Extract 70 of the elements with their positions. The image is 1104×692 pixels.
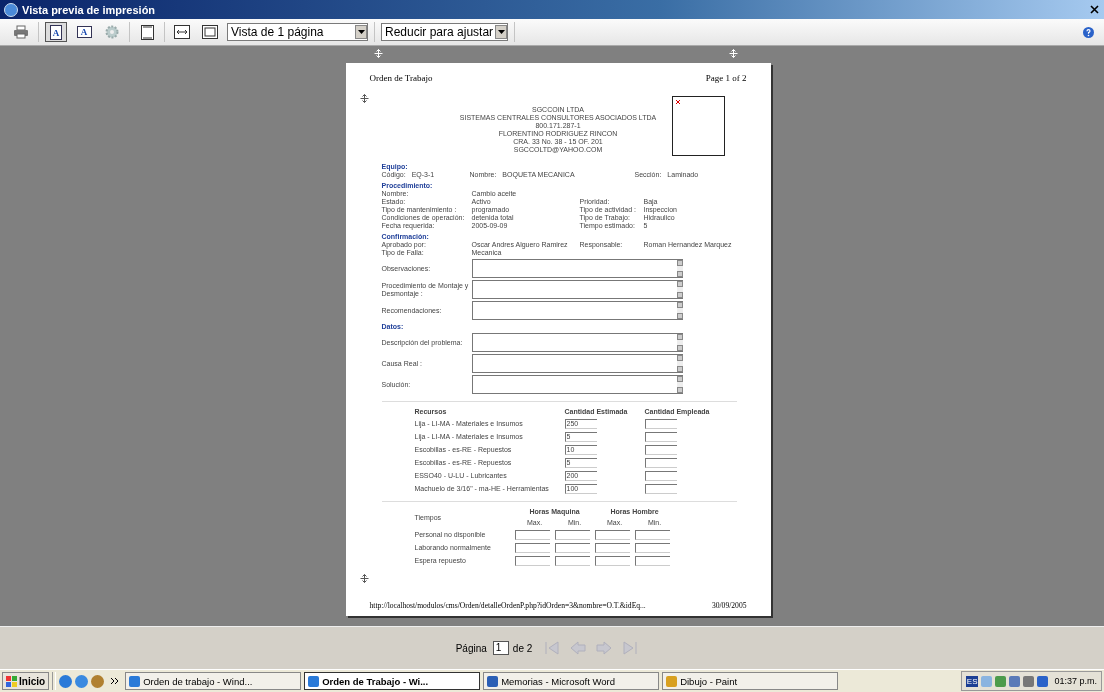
hours-field[interactable] [554,530,590,540]
page-number: Page 1 of 2 [705,73,747,84]
quantity-field[interactable] [644,432,677,442]
hours-field[interactable] [554,556,590,566]
page-width-button[interactable] [171,22,193,42]
tray-icon[interactable] [1009,675,1021,687]
taskbar-button[interactable]: Dibujo - Paint [662,672,839,690]
chevron-icon[interactable] [111,678,119,684]
taskbar-button[interactable]: Orden de trabajo - Wind... [125,672,302,690]
taskbar-button[interactable]: Memorias - Microsoft Word [483,672,660,690]
scroll-up-icon[interactable] [676,355,683,361]
hours-field[interactable] [634,556,670,566]
tray-icon[interactable] [995,675,1007,687]
text-area[interactable] [471,301,683,320]
hours-field[interactable] [514,543,550,553]
scroll-down-icon[interactable] [676,345,683,351]
scrollbar[interactable] [676,302,683,319]
broken-image-icon [675,100,680,104]
scroll-up-icon[interactable] [676,260,683,266]
quantity-field[interactable] [644,458,677,468]
dropdown[interactable]: Reducir para ajustar [381,23,509,41]
page-label: Página [455,642,487,654]
clock: 01:37 p.m. [1054,676,1097,686]
scrollbar[interactable] [676,281,683,298]
scroll-down-icon[interactable] [676,271,683,277]
tray-icon[interactable] [1037,675,1049,687]
scroll-up-icon[interactable] [676,281,683,287]
landscape-page-button[interactable]: A [73,22,95,42]
scroll-up-icon[interactable] [676,334,683,340]
start-button[interactable]: Inicio [2,672,50,690]
scroll-down-icon[interactable] [676,366,683,372]
text-area[interactable] [471,375,683,394]
language-indicator[interactable]: ES [965,675,979,687]
hours-field[interactable] [634,530,670,540]
hours-field[interactable] [514,556,550,566]
quantity-field[interactable] [644,484,677,494]
scrollbar[interactable] [676,260,683,277]
quantity-field[interactable] [644,445,677,455]
scroll-up-icon[interactable] [676,376,683,382]
tray-icon[interactable] [1023,675,1035,687]
text-area[interactable] [471,354,683,373]
quantity-field[interactable] [644,419,677,429]
scroll-down-icon[interactable] [676,387,683,393]
help-icon[interactable] [1083,26,1094,38]
scroll-down-icon[interactable] [676,313,683,319]
scroll-down-icon[interactable] [676,292,683,298]
taskbar-button[interactable]: Orden de Trabajo - Wi... [304,672,481,690]
scrollbar[interactable] [676,355,683,372]
page-total: de 2 [512,642,533,654]
window-title: Vista previa de impresión [22,3,157,16]
scrollbar[interactable] [676,376,683,393]
hours-field[interactable] [634,543,670,553]
close-icon[interactable] [1090,4,1100,15]
hours-field[interactable] [594,556,630,566]
text-area[interactable] [471,333,683,352]
hours-field[interactable] [594,530,630,540]
hours-field[interactable] [514,530,550,540]
hours-field[interactable] [594,543,630,553]
scroll-up-icon[interactable] [676,302,683,308]
full-page-button[interactable] [199,22,221,42]
flag-icon [6,675,17,687]
document-header: Orden de Trabajo [369,73,433,84]
portrait-page-button[interactable]: A [45,22,67,42]
text-area[interactable] [471,280,683,299]
scrollbar[interactable] [676,334,683,351]
quantity-field[interactable] [644,471,677,481]
hours-field[interactable] [554,543,590,553]
text-area[interactable] [471,259,683,278]
page-number-field[interactable]: 1 [492,641,509,655]
dropdown[interactable]: Vista de 1 página [227,23,368,41]
